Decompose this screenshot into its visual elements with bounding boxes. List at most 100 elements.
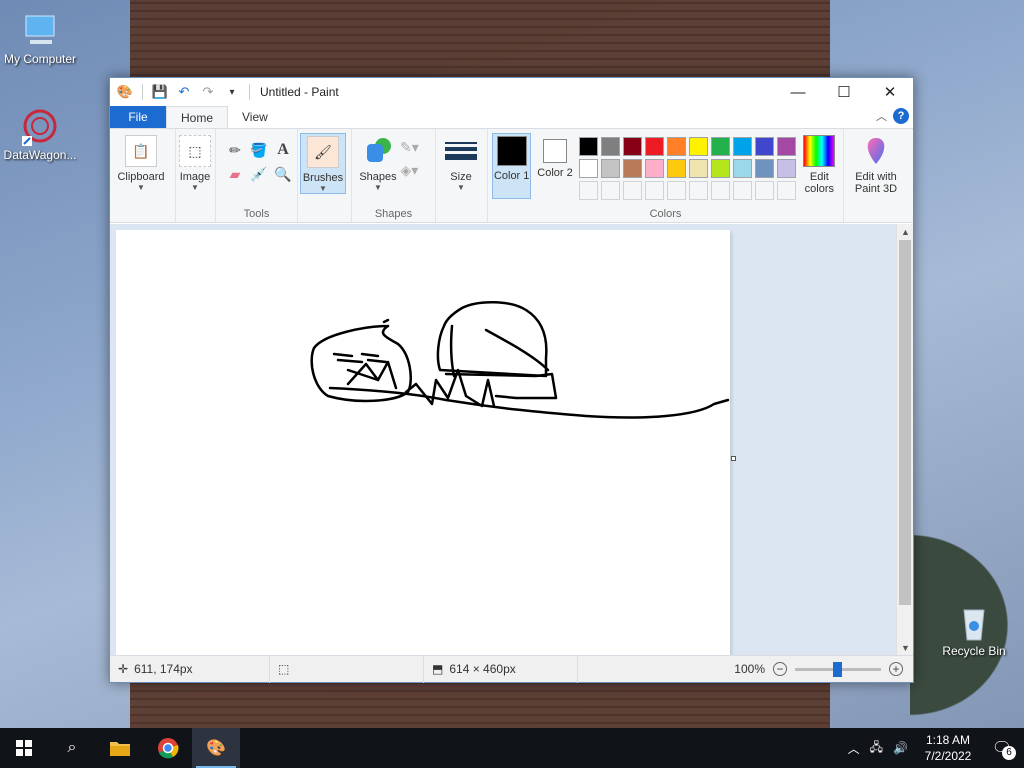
- color1-button[interactable]: Color 1: [492, 133, 532, 199]
- chevron-up-icon[interactable]: ︿: [848, 740, 860, 757]
- color2-button[interactable]: Color 2: [535, 133, 574, 199]
- custom-color-slot[interactable]: [776, 181, 796, 200]
- color-swatch[interactable]: [600, 159, 620, 178]
- custom-color-slot[interactable]: [710, 181, 730, 200]
- shapes-button[interactable]: Shapes ▼: [356, 133, 400, 192]
- drawing-strokes: [310, 300, 730, 419]
- desktop-icon-datawagon[interactable]: DataWagon...: [0, 106, 80, 162]
- maximize-button[interactable]: ☐: [821, 78, 867, 106]
- group-paint3d: Edit with Paint 3D: [844, 129, 908, 222]
- zoom-slider[interactable]: [795, 661, 881, 677]
- color-swatch[interactable]: [644, 159, 664, 178]
- zoom-control: 100% − +: [734, 661, 913, 677]
- save-icon[interactable]: 💾: [151, 83, 169, 101]
- zoom-slider-thumb[interactable]: [833, 661, 842, 677]
- color-swatch[interactable]: [644, 137, 664, 156]
- desktop-icon-label: My Computer: [3, 52, 77, 66]
- color-swatch[interactable]: [710, 159, 730, 178]
- clipboard-icon: 📋: [125, 135, 157, 167]
- drawing-canvas[interactable]: [116, 230, 736, 656]
- magnifier-icon[interactable]: 🔍: [272, 163, 294, 185]
- desktop-icon-label: DataWagon...: [3, 148, 77, 162]
- tab-file[interactable]: File: [110, 106, 166, 128]
- scroll-down-icon[interactable]: ▼: [897, 640, 913, 656]
- zoom-in-icon[interactable]: +: [889, 662, 903, 676]
- color-swatch[interactable]: [710, 137, 730, 156]
- edit-with-paint3d-button[interactable]: Edit with Paint 3D: [848, 135, 904, 195]
- group-brushes: 🖌 Brushes ▼: [298, 129, 352, 222]
- custom-color-slot[interactable]: [688, 181, 708, 200]
- zoom-out-icon[interactable]: −: [773, 662, 787, 676]
- custom-color-slot[interactable]: [600, 181, 620, 200]
- color-swatch[interactable]: [622, 159, 642, 178]
- image-button[interactable]: ⬚ Image ▼: [176, 135, 214, 192]
- color-swatch[interactable]: [776, 137, 796, 156]
- selection-size: ⬚: [270, 655, 424, 683]
- color-swatch[interactable]: [600, 137, 620, 156]
- paint-taskbar-icon[interactable]: 🎨: [192, 728, 240, 768]
- size-button[interactable]: Size ▼: [440, 135, 482, 192]
- text-icon[interactable]: A: [272, 139, 294, 161]
- color-swatch[interactable]: [622, 137, 642, 156]
- custom-color-slot[interactable]: [622, 181, 642, 200]
- chevron-down-icon: ▼: [319, 184, 327, 193]
- color-swatch[interactable]: [776, 159, 796, 178]
- fill-icon[interactable]: ◈▾: [400, 162, 419, 179]
- canvas-size-icon: ⬒: [432, 662, 444, 676]
- custom-color-slot[interactable]: [578, 181, 598, 200]
- color-swatch[interactable]: [732, 137, 752, 156]
- color-swatch[interactable]: [688, 159, 708, 178]
- color-swatch[interactable]: [688, 137, 708, 156]
- customize-toolbar-icon[interactable]: ▾: [223, 83, 241, 101]
- custom-color-slot[interactable]: [732, 181, 752, 200]
- group-clipboard: 📋 Clipboard ▼: [110, 129, 176, 222]
- chevron-down-icon: ▼: [191, 183, 199, 192]
- collapse-ribbon-icon[interactable]: ︿: [876, 108, 887, 124]
- color2-swatch: [543, 139, 568, 163]
- windows-logo-icon: [16, 740, 32, 756]
- color-swatch[interactable]: [732, 159, 752, 178]
- clock[interactable]: 1:18 AM 7/2/2022: [918, 732, 978, 764]
- status-bar: ✛ 611, 174px ⬚ ⬒ 614 × 460px 100% − +: [110, 655, 913, 683]
- group-image: ⬚ Image ▼: [176, 129, 216, 222]
- custom-color-slot[interactable]: [754, 181, 774, 200]
- color-swatch[interactable]: [666, 137, 686, 156]
- pencil-icon[interactable]: ✏: [224, 139, 246, 161]
- tab-home[interactable]: Home: [166, 106, 229, 128]
- custom-color-slot[interactable]: [666, 181, 686, 200]
- network-icon[interactable]: 🖧: [870, 738, 883, 759]
- clipboard-button[interactable]: 📋 Clipboard ▼: [114, 135, 168, 192]
- volume-icon[interactable]: 🔊: [893, 741, 908, 755]
- desktop-icon-recycle-bin[interactable]: Recycle Bin: [934, 602, 1014, 658]
- scrollbar-thumb[interactable]: [899, 240, 911, 605]
- outline-icon[interactable]: ✎▾: [400, 139, 419, 156]
- fill-bucket-icon[interactable]: 🪣: [248, 139, 270, 161]
- color-swatch[interactable]: [754, 137, 774, 156]
- desktop-icon-my-computer[interactable]: My Computer: [0, 10, 80, 66]
- color-swatch[interactable]: [666, 159, 686, 178]
- color-swatch[interactable]: [578, 137, 598, 156]
- ribbon: 📋 Clipboard ▼ ⬚ Image ▼ ✏ 🪣 A ▰ 💉 🔍 Tool…: [110, 128, 913, 223]
- chrome-icon[interactable]: [144, 728, 192, 768]
- group-colors: Color 1 Color 2 Edit colors Colors: [488, 129, 844, 222]
- close-button[interactable]: ✕: [867, 78, 913, 106]
- color-swatch[interactable]: [754, 159, 774, 178]
- brushes-button[interactable]: 🖌 Brushes ▼: [300, 133, 346, 194]
- tab-view[interactable]: View: [228, 106, 282, 128]
- undo-icon[interactable]: ↶: [175, 83, 193, 101]
- color-picker-icon[interactable]: 💉: [248, 163, 270, 185]
- scroll-up-icon[interactable]: ▲: [897, 224, 913, 240]
- search-icon[interactable]: ⌕: [48, 728, 96, 768]
- help-icon[interactable]: ?: [893, 108, 909, 124]
- resize-handle-right[interactable]: [731, 456, 736, 461]
- file-explorer-icon[interactable]: [96, 728, 144, 768]
- desktop-icon-label: Recycle Bin: [942, 644, 1006, 658]
- notification-center-icon[interactable]: 🗨 6: [988, 734, 1016, 762]
- start-button[interactable]: [0, 728, 48, 768]
- custom-color-slot[interactable]: [644, 181, 664, 200]
- redo-icon[interactable]: ↷: [199, 83, 217, 101]
- minimize-button[interactable]: —: [775, 78, 821, 106]
- color-swatch[interactable]: [578, 159, 598, 178]
- eraser-icon[interactable]: ▰: [224, 163, 246, 185]
- vertical-scrollbar[interactable]: ▲ ▼: [896, 224, 913, 656]
